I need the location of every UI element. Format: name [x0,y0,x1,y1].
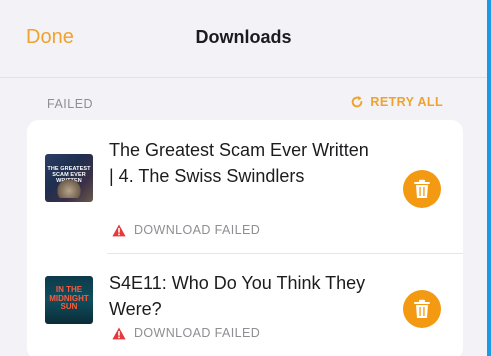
navigation-bar: Done Downloads [0,0,487,78]
download-status-label: DOWNLOAD FAILED [134,223,261,237]
retry-all-label: RETRY ALL [370,95,443,109]
episode-artwork: THE GREATEST SCAM EVER WRITTEN [45,154,93,202]
warning-icon [112,327,126,339]
trash-icon [414,299,430,318]
section-label-failed: FAILED [47,97,94,111]
episode-title: S4E11: Who Do You Think They Were? [109,273,366,319]
warning-icon [112,224,126,236]
download-status: DOWNLOAD FAILED [112,223,260,237]
section-header: FAILED RETRY ALL [0,78,487,120]
page-title: Downloads [195,27,292,47]
artwork-text: IN THE MIDNIGHT SUN [49,285,89,311]
trash-icon [414,179,430,198]
delete-download-button[interactable] [403,170,441,208]
episode-artwork: IN THE MIDNIGHT SUN [45,276,93,324]
download-status: DOWNLOAD FAILED [112,326,260,340]
delete-download-button[interactable] [403,290,441,328]
retry-all-button[interactable]: RETRY ALL [350,95,443,109]
side-strip [487,0,491,356]
retry-icon [352,96,363,108]
download-status-label: DOWNLOAD FAILED [134,326,261,340]
episode-title: The Greatest Scam Ever Written | 4. The … [109,140,369,186]
downloads-list: THE GREATEST SCAM EVER WRITTEN The Great… [27,120,463,356]
artwork-figure [53,180,85,198]
